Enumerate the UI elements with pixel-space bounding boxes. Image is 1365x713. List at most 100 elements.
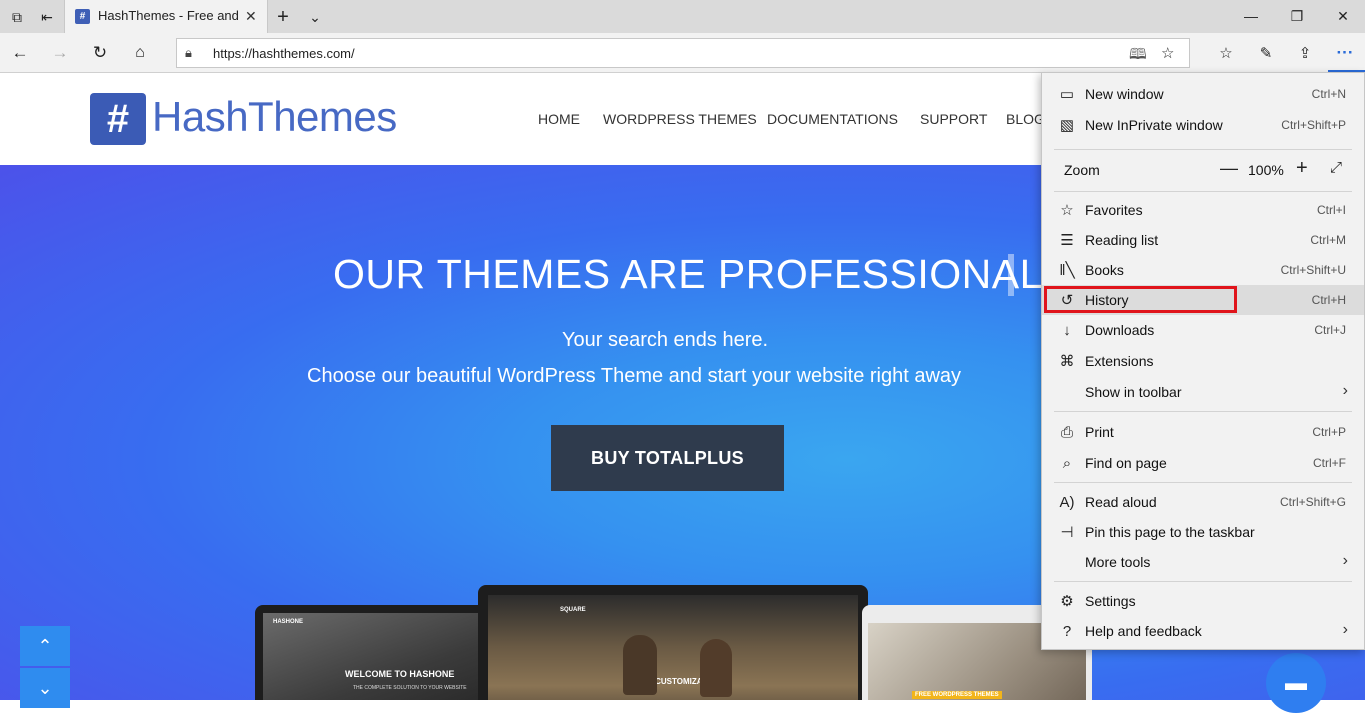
url-field[interactable]: 🔒︎ https://hashthemes.com/ 🕮︎ ☆ xyxy=(176,38,1190,68)
menu-item-shortcut: Ctrl+Shift+U xyxy=(1280,263,1346,277)
web-note-pen-icon[interactable]: ✎ xyxy=(1254,41,1278,65)
menu-item-label: Find on page xyxy=(1085,455,1167,471)
download-arrow-icon: ↓ xyxy=(1063,321,1071,339)
menu-item-label: Books xyxy=(1085,262,1124,278)
reading-list-icon: ☰ xyxy=(1060,232,1074,249)
printer-icon: ⎙ xyxy=(1060,423,1073,441)
full-screen-icon[interactable]: ⤢ xyxy=(1330,159,1342,176)
chevron-right-icon: › xyxy=(1342,382,1348,399)
menu-item-label: Help and feedback xyxy=(1085,623,1202,639)
tab-close-icon[interactable]: ✕ xyxy=(245,8,257,25)
menu-item-shortcut: Ctrl+H xyxy=(1311,293,1346,307)
zoom-in-icon[interactable]: + xyxy=(1296,157,1308,180)
menu-help-feedback[interactable]: ? Help and feedback › xyxy=(1042,616,1364,646)
menu-item-shortcut: Ctrl+P xyxy=(1312,425,1346,439)
set-tabs-aside-icon[interactable]: ⇤ xyxy=(36,6,58,28)
menu-reading-list[interactable]: ☰ Reading list Ctrl+M xyxy=(1042,225,1364,255)
settings-and-more-menu: ▭ New window Ctrl+N ▧ New InPrivate wind… xyxy=(1041,72,1365,650)
lock-icon: 🔒︎ xyxy=(185,45,192,60)
menu-downloads[interactable]: ↓ Downloads Ctrl+J xyxy=(1042,315,1364,345)
browser-tab-bar: ⧉ ⇤ # HashThemes - Free and ✕ + ⌄ — ❐ ✕ xyxy=(0,0,1365,33)
scroll-down-button[interactable]: ⌄ xyxy=(20,668,70,708)
new-window-icon: ▭ xyxy=(1059,86,1075,103)
zoom-label: Zoom xyxy=(1064,162,1100,178)
menu-separator xyxy=(1054,411,1352,412)
forward-arrow-icon[interactable]: → xyxy=(48,41,72,65)
menu-show-in-toolbar[interactable]: Show in toolbar › xyxy=(1042,377,1364,407)
share-icon[interactable]: ⇪ xyxy=(1293,41,1317,65)
menu-print[interactable]: ⎙ Print Ctrl+P xyxy=(1042,417,1364,447)
menu-item-shortcut: Ctrl+Shift+P xyxy=(1281,118,1346,132)
nav-home[interactable]: HOME xyxy=(538,111,580,127)
back-arrow-icon[interactable]: ← xyxy=(8,41,32,65)
menu-books[interactable]: ‖╲ Books Ctrl+Shift+U xyxy=(1042,255,1364,285)
menu-extensions[interactable]: ⌘ Extensions xyxy=(1042,346,1364,376)
laptop-mockup-center: SQUARE FULLY CUSTOMIZABLE xyxy=(478,585,868,700)
menu-separator xyxy=(1054,482,1352,483)
menu-item-label: New window xyxy=(1085,86,1164,102)
menu-item-label: Reading list xyxy=(1085,232,1159,248)
menu-pin-taskbar[interactable]: ⊣ Pin this page to the taskbar xyxy=(1042,517,1364,547)
zoom-out-icon[interactable]: — xyxy=(1220,158,1238,179)
nav-support[interactable]: SUPPORT xyxy=(920,111,987,127)
tab-title: HashThemes - Free and xyxy=(98,8,239,23)
active-tab[interactable]: # HashThemes - Free and ✕ xyxy=(64,0,268,33)
menu-settings[interactable]: ⚙ Settings xyxy=(1042,586,1364,616)
menu-new-inprivate-window[interactable]: ▧ New InPrivate window Ctrl+Shift+P xyxy=(1042,110,1364,140)
mock-right-badge: FREE WORDPRESS THEMES xyxy=(912,691,1002,699)
menu-separator xyxy=(1054,149,1352,150)
menu-item-shortcut: Ctrl+Shift+G xyxy=(1279,495,1346,509)
reading-view-icon[interactable]: 🕮︎ xyxy=(1129,44,1147,69)
menu-item-label: Show in toolbar xyxy=(1085,384,1182,400)
menu-new-window[interactable]: ▭ New window Ctrl+N xyxy=(1042,79,1364,109)
settings-more-button[interactable]: ··· xyxy=(1333,41,1357,65)
tab-manager-icon[interactable]: ⧉ xyxy=(6,6,28,28)
mock-center-brand: SQUARE xyxy=(560,607,586,613)
question-mark-icon: ? xyxy=(1062,622,1072,640)
hashthemes-logo-icon[interactable]: # xyxy=(90,93,146,145)
hero-title: OUR THEMES ARE PROFESSIONAL xyxy=(333,251,1043,297)
buy-totalplus-button[interactable]: BUY TOTALPLUS xyxy=(551,425,784,491)
menu-read-aloud[interactable]: A) Read aloud Ctrl+Shift+G xyxy=(1042,487,1364,517)
read-aloud-icon: A) xyxy=(1059,493,1075,511)
minimize-icon[interactable]: — xyxy=(1239,4,1263,28)
chat-icon[interactable]: ▬ xyxy=(1266,653,1326,713)
favorite-star-icon[interactable]: ☆ xyxy=(1161,44,1174,62)
new-tab-icon[interactable]: + xyxy=(272,6,294,28)
home-icon[interactable]: ⌂ xyxy=(128,41,152,65)
site-favicon-icon: # xyxy=(75,9,90,24)
hero-subtitle-1: Your search ends here. xyxy=(562,329,769,351)
inprivate-window-icon: ▧ xyxy=(1059,117,1075,134)
child-figure-left xyxy=(623,635,657,695)
laptop-mockup-left: HASHONE WELCOME TO HASHONE THE COMPLETE … xyxy=(255,605,495,700)
pin-icon: ⊣ xyxy=(1060,524,1074,541)
menu-item-label: Pin this page to the taskbar xyxy=(1085,524,1255,540)
menu-item-label: Print xyxy=(1085,424,1114,440)
menu-item-label: More tools xyxy=(1085,554,1151,570)
menu-find-on-page[interactable]: ⌕ Find on page Ctrl+F xyxy=(1042,448,1364,478)
tab-preview-chevron-icon[interactable]: ⌄ xyxy=(304,6,326,28)
nav-wordpress-themes[interactable]: WORDPRESS THEMES xyxy=(603,111,757,127)
window-close-icon[interactable]: ✕ xyxy=(1331,4,1355,28)
menu-more-tools[interactable]: More tools › xyxy=(1042,547,1364,577)
url-text: https://hashthemes.com/ xyxy=(213,46,355,61)
books-icon: ‖╲ xyxy=(1059,262,1075,279)
nav-blog[interactable]: BLOG xyxy=(1006,111,1045,127)
menu-favorites[interactable]: ☆ Favorites Ctrl+I xyxy=(1042,195,1364,225)
refresh-icon[interactable]: ↻ xyxy=(88,41,112,65)
menu-item-label: Extensions xyxy=(1085,353,1154,369)
nav-documentations[interactable]: DOCUMENTATIONS xyxy=(767,111,898,127)
menu-item-shortcut: Ctrl+J xyxy=(1314,323,1346,337)
menu-item-label: New InPrivate window xyxy=(1085,117,1223,133)
hashone-screenshot: HASHONE WELCOME TO HASHONE THE COMPLETE … xyxy=(263,613,487,700)
site-logo-text[interactable]: HashThemes xyxy=(152,93,397,141)
menu-item-shortcut: Ctrl+I xyxy=(1316,203,1346,217)
child-figure-right xyxy=(700,639,732,697)
scroll-up-button[interactable]: ⌃ xyxy=(20,626,70,666)
mock-left-headline: WELCOME TO HASHONE xyxy=(345,669,455,679)
mock-left-tagline: THE COMPLETE SOLUTION TO YOUR WEBSITE xyxy=(353,685,467,691)
hero-subtitle-2: Choose our beautiful WordPress Theme and… xyxy=(307,365,962,387)
menu-item-shortcut: Ctrl+N xyxy=(1311,87,1346,101)
favorites-hub-icon[interactable]: ☆ xyxy=(1214,41,1238,65)
restore-icon[interactable]: ❐ xyxy=(1285,4,1309,28)
